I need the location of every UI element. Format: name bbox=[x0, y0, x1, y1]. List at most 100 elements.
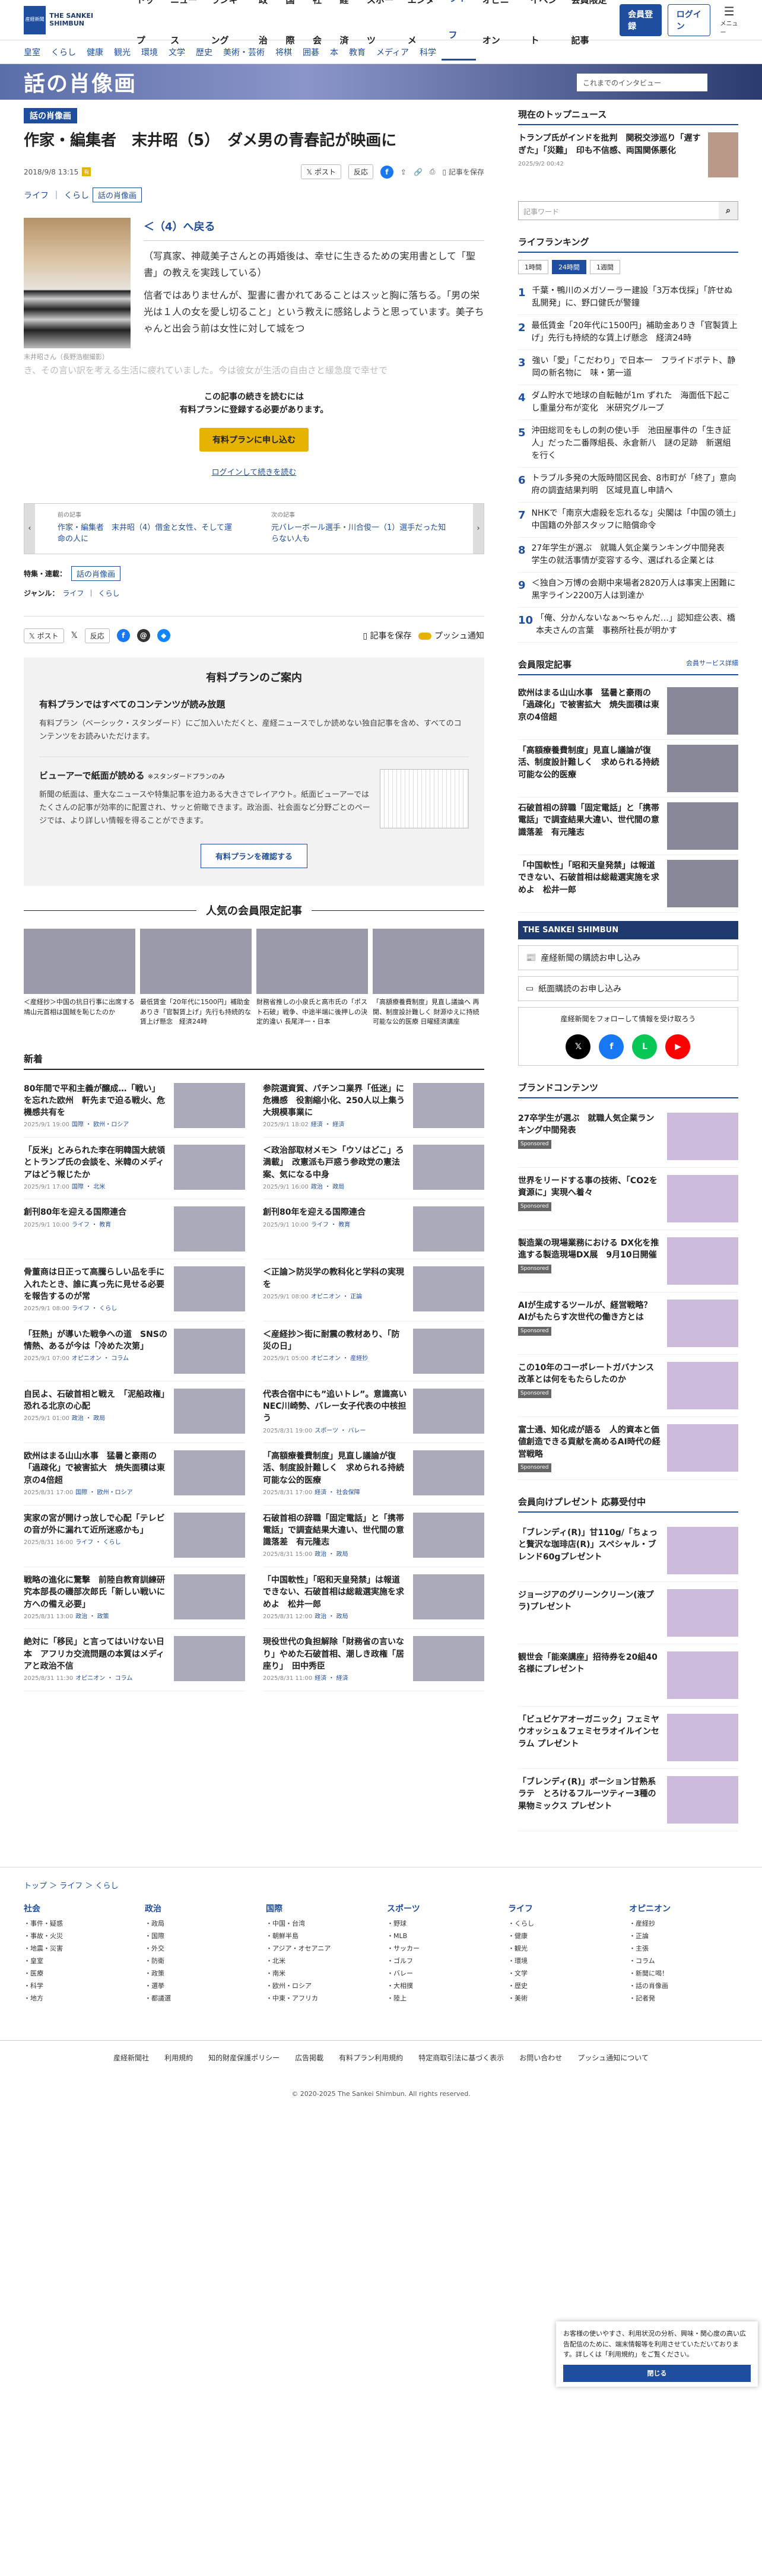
genre-kurashi[interactable]: くらし bbox=[98, 588, 119, 598]
news-item[interactable]: 「狂熱」が導いた戦争への道 SNSの情熱、あるが今は「冷めた次第」 2025/9/… bbox=[24, 1322, 245, 1381]
ranking-item[interactable]: 6 トラブル多発の大阪時間区民会、8市町が「終了」意向 府の調査結果判明 区域見直… bbox=[517, 468, 744, 503]
topnews-item[interactable]: トランプ氏がインドを批判 関税交渉巡り「遅すぎた」「災難」 印も不信感、両国関係… bbox=[518, 132, 738, 177]
footer-bottom-link[interactable]: 知的財産保護ポリシー bbox=[208, 2053, 280, 2063]
gnav-item[interactable]: 会員限定記事 bbox=[565, 0, 620, 61]
link-icon[interactable]: 🔗 bbox=[414, 168, 423, 176]
news-item[interactable]: 現役世代の負担解除「財務省の言いなり」やめた石破首相、潮しき政権「居座り」 田中… bbox=[262, 1629, 484, 1691]
ranking-tab[interactable]: 1時間 bbox=[517, 260, 548, 274]
cookie-close-button[interactable]: 閉じる bbox=[563, 2364, 751, 2383]
news-item[interactable]: ＜正論＞防災学の教科化と学科の実現を 2025/9/1 08:00 オピニオン ・ … bbox=[262, 1259, 484, 1322]
next-arrow-icon[interactable]: › bbox=[472, 503, 484, 554]
threads-icon[interactable]: @ bbox=[136, 629, 150, 643]
facebook-icon[interactable]: f bbox=[116, 629, 130, 643]
news-item[interactable]: 参院選資質、パチンコ業界「低迷」に危機感 役割縮小化、250人以上集う大規模事業… bbox=[262, 1076, 484, 1138]
news-category[interactable]: ライフ ・ くらし bbox=[72, 1306, 117, 1312]
brand-item[interactable]: この10年のコーポレートガバナンス改革とは何をもたらしたのか Sponsored bbox=[517, 1355, 738, 1417]
search-input[interactable]: 記事ワード bbox=[519, 202, 719, 220]
popular-item[interactable]: ＜産経抄＞中国の抗日行事に出席する鳩山元首相は国賊を恥じたのか bbox=[24, 929, 135, 1027]
subscribe-button[interactable]: 有料プランに申し込む bbox=[199, 427, 309, 452]
footer-link[interactable]: ・中東・アフリカ bbox=[266, 1993, 375, 2005]
sankei-banner[interactable]: THE SANKEI SHIMBUN bbox=[517, 921, 738, 939]
footer-link[interactable]: ・科学 bbox=[24, 1980, 133, 1993]
footer-link[interactable]: ・外交 bbox=[145, 1943, 254, 1955]
ranking-item[interactable]: 10 「俺、分かんないなぁ～ちゃんだ…」認知症公表、橋本夫さんの言葉 事務所社長が… bbox=[517, 608, 738, 643]
member-more-link[interactable]: 会員サービス詳細 bbox=[686, 658, 738, 671]
x-icon[interactable]: 𝕏 bbox=[566, 1034, 591, 1059]
subnav-item[interactable]: 囲碁 bbox=[303, 46, 319, 58]
news-category[interactable]: ライフ ・ くらし bbox=[75, 1539, 120, 1546]
news-category[interactable]: 経済 ・ 経済 bbox=[311, 1122, 344, 1128]
news-category[interactable]: 政治 ・ 政局 bbox=[315, 1551, 348, 1558]
member-item[interactable]: 欧州はまる山山水事 猛暑と豪雨の「過疎化」で被害拡大 焼失面積は東京の4倍超 bbox=[517, 682, 738, 740]
footer-link[interactable]: ・環境 bbox=[508, 1955, 617, 1968]
footer-link[interactable]: ・都議選 bbox=[145, 1993, 254, 2005]
popular-item[interactable]: 最低賃金「20年代に1500円」補助金ありき「官製賃上げ」先行も持続的な賃上げ懸… bbox=[139, 929, 252, 1027]
check-plan-button[interactable]: 有料プランを確認する bbox=[200, 844, 307, 869]
subnav-item[interactable]: 本 bbox=[330, 46, 338, 58]
news-category[interactable]: 経済 ・ 社会保障 bbox=[315, 1489, 360, 1496]
gnav-item[interactable]: ライフ bbox=[442, 0, 476, 61]
popular-item[interactable]: 財務省推しの小泉氏と高市氏の「ポスト石破」戦争、中途半端に後押しの決定的違い 長… bbox=[256, 929, 368, 1027]
footer-col-heading[interactable]: ライフ bbox=[508, 1902, 617, 1914]
footer-link[interactable]: ・話の肖像画 bbox=[629, 1980, 738, 1993]
news-item[interactable]: 骨董商は日正って高騰らしい品を手に入れたとき、誰に真っ先に見せる必要を報告するの… bbox=[24, 1259, 245, 1322]
footer-bottom-link[interactable]: お問い合わせ bbox=[519, 2053, 562, 2063]
login-button[interactable]: ログイン bbox=[667, 4, 711, 36]
news-category[interactable]: 政治 ・ 政局 bbox=[72, 1415, 105, 1422]
footer-link[interactable]: ・新聞に喝！ bbox=[629, 1968, 738, 1980]
member-item[interactable]: 石破首相の辞職「固定電話」と「携帯電話」で調査結果大違い、世代間の意識落差 有元… bbox=[517, 798, 738, 855]
subnav-item[interactable]: 健康 bbox=[87, 46, 103, 58]
line-icon[interactable]: L bbox=[632, 1034, 658, 1059]
news-category[interactable]: オピニオン ・ コラム bbox=[75, 1675, 132, 1682]
ranking-item[interactable]: 7 NHKで「南京大虐殺を忘れるな」尖閣は「中国の領土」 中国籍の外部スタッフに賠… bbox=[517, 503, 745, 538]
react-button-bottom[interactable]: 反応 bbox=[84, 628, 110, 643]
brand-item[interactable]: 富士通、知化成が語る 人的資本と価値創造できる貢献を高めるAI時代の経営戦略 Sp… bbox=[517, 1417, 738, 1481]
member-item[interactable]: 「中国軟性」「昭和天皇発禁」は報道できない、石破首相は総裁選実施を求めよ 松井一… bbox=[517, 855, 738, 913]
footer-link[interactable]: ・文学 bbox=[508, 1968, 617, 1980]
news-category[interactable]: ライフ ・ 教育 bbox=[72, 1222, 111, 1228]
gnav-item[interactable]: イベント bbox=[524, 0, 565, 61]
footer-link[interactable]: ・中国・台湾 bbox=[266, 1918, 375, 1930]
footer-link[interactable]: ・南米 bbox=[266, 1968, 375, 1980]
news-category[interactable]: 経済 ・ 経済 bbox=[315, 1675, 348, 1682]
brand-item[interactable]: AIが生成するツールが、経営戦略？AIがもたらす次世代の働き方とは Sponsor… bbox=[517, 1292, 738, 1355]
news-item[interactable]: ＜産経抄＞街に耐震の教材あり、「防災の日」 2025/9/1 05:00 オピニオン… bbox=[262, 1322, 484, 1381]
subnav-item[interactable]: 美術・芸術 bbox=[223, 46, 265, 58]
prev-part-link[interactable]: ＜（4）へ戻る bbox=[144, 218, 484, 241]
news-category[interactable]: ライフ ・ 教育 bbox=[311, 1222, 350, 1228]
footer-link[interactable]: ・観光 bbox=[508, 1943, 617, 1955]
subnav-item[interactable]: 文学 bbox=[169, 46, 185, 58]
footer-link[interactable]: ・健康 bbox=[508, 1930, 617, 1943]
news-item[interactable]: 80年間で平和主義が醸成…「戦い」を忘れた欧州 軒先まで迫る戦火、危機感共有を 2… bbox=[24, 1076, 245, 1138]
news-category[interactable]: 政治 ・ 政策 bbox=[75, 1613, 109, 1620]
news-item[interactable]: 絶対に「移民」と言ってはいけない日本 アフリカ交流問題の本質はメディアと政治不信… bbox=[24, 1629, 245, 1691]
member-item[interactable]: 「高額療養費制度」見直し議論が復活、制度設計難しく 求められる持続可能な公的医療 bbox=[517, 740, 738, 798]
present-item[interactable]: 「ブレンディ(R)」甘110g/「ちょっと贅沢な珈琲店(R)」スペシャル・ブレン… bbox=[517, 1520, 738, 1583]
push-toggle[interactable]: プッシュ通知 bbox=[418, 630, 484, 641]
footer-link[interactable]: ・事件・疑惑 bbox=[24, 1918, 133, 1930]
ranking-item[interactable]: 8 27年学生が選ぶ 就職人気企業ランキング中間発表 学生の就活事情が変容する今、… bbox=[517, 538, 738, 573]
footer-link[interactable]: ・北米 bbox=[266, 1955, 375, 1968]
news-category[interactable]: 国際 ・ 北米 bbox=[72, 1184, 105, 1190]
subnav-item[interactable]: 将棋 bbox=[275, 46, 292, 58]
footer-link[interactable]: ・ゴルフ bbox=[387, 1955, 496, 1968]
news-item[interactable]: 戦略の進化に驚撃 前陸自教育訓練研究本部長の磯部次郎氏「新しい戦いに方への備え必… bbox=[24, 1567, 245, 1630]
footer-col-heading[interactable]: 政治 bbox=[145, 1902, 254, 1914]
past-interviews-link[interactable]: これまでのインタビュー bbox=[577, 74, 707, 91]
footer-link[interactable]: ・美術 bbox=[508, 1993, 617, 2005]
news-item[interactable]: 「高額療養費制度」見直し議論が復活、制度設計難しく 求められる持続可能な公的医療… bbox=[262, 1443, 484, 1505]
news-item[interactable]: 創刊80年を迎える国際連合 2025/9/1 10:00 ライフ ・ 教育 bbox=[262, 1199, 484, 1260]
share-icon[interactable]: ⇪ bbox=[401, 168, 407, 176]
ranking-item[interactable]: 3 強い「愛」「こだわり」で日本一 フライドポテト、静岡の新名物に 味・第一道 bbox=[517, 350, 738, 385]
next-article-link[interactable]: 次の記事 元バレーボール選手・川合俊一（1）選手だった知らない人も bbox=[259, 504, 462, 554]
genre-life[interactable]: ライフ bbox=[62, 588, 84, 598]
ranking-tab[interactable]: 1週間 bbox=[589, 260, 620, 274]
footer-bottom-link[interactable]: プッシュ通知について bbox=[577, 2053, 649, 2063]
footer-link[interactable]: ・事故・火災 bbox=[24, 1930, 133, 1943]
ranking-item[interactable]: 9 ＜独自＞万博の会期中来場者2820万人は事実上困難に 黒字ライン2200万人は… bbox=[517, 573, 744, 608]
ranking-item[interactable]: 1 千葉・鴨川のメガソーラー建設「3万本伐採」「許せぬ乱開発」に、野口健氏が警鐘 bbox=[517, 280, 738, 315]
news-category[interactable]: オピニオン ・ 産経抄 bbox=[311, 1355, 368, 1362]
site-logo[interactable]: 産経新聞 bbox=[24, 5, 46, 34]
footer-col-heading[interactable]: 国際 bbox=[266, 1902, 375, 1914]
news-category[interactable]: オピニオン ・ コラム bbox=[72, 1355, 129, 1362]
